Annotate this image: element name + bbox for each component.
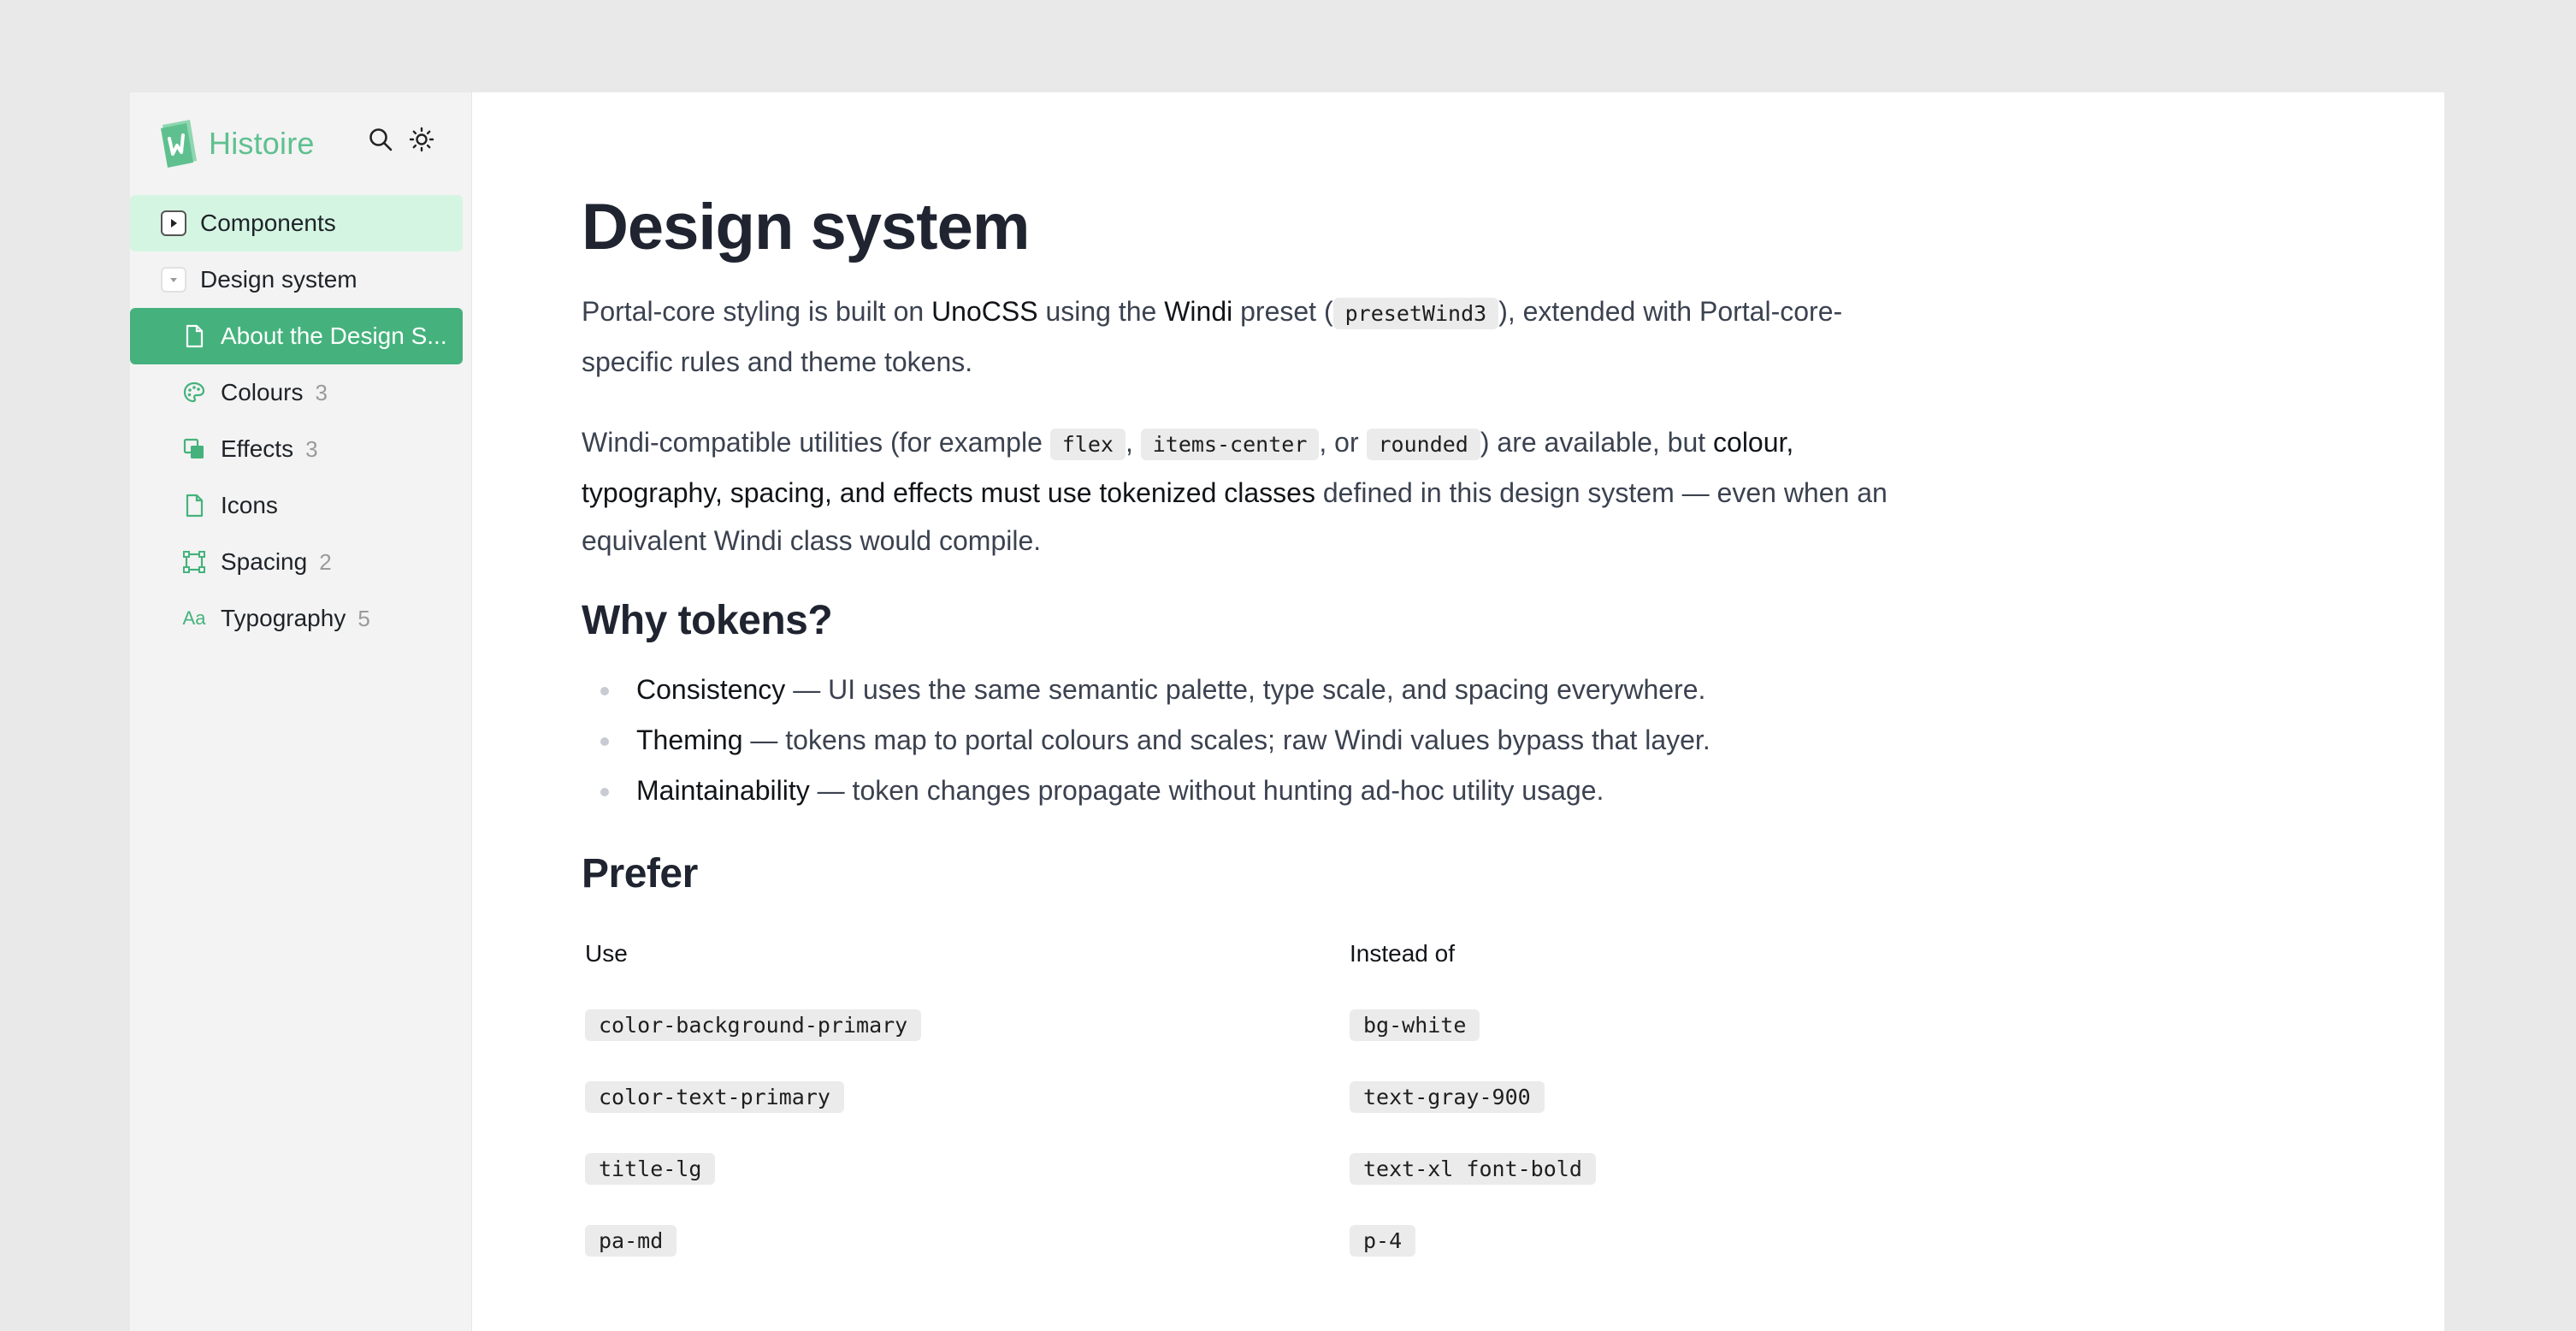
- column-header-use: Use: [585, 939, 628, 967]
- sidebar-item-label: Typography: [221, 605, 346, 631]
- story-count: 3: [315, 379, 328, 405]
- sidebar-item-components[interactable]: Components: [130, 195, 463, 251]
- windi-text: Windi: [1164, 295, 1233, 327]
- story-count: 5: [357, 605, 370, 631]
- main-content: Design system Portal-core styling is bui…: [472, 92, 2444, 1331]
- sidebar-item-effects[interactable]: Effects 3: [130, 421, 471, 477]
- column-header-instead-of: Instead of: [1350, 939, 1455, 967]
- list-text: — tokens map to portal colours and scale…: [742, 724, 1710, 755]
- inline-code: presetWind3: [1332, 297, 1499, 329]
- table-row: pa-md p-4: [582, 1205, 1710, 1277]
- sidebar-item-typography[interactable]: Aa Typography 5: [130, 590, 471, 647]
- app-window: Histoire Components Design system About …: [130, 92, 2444, 1331]
- prefer-heading: Prefer: [582, 850, 698, 896]
- layers-icon: [181, 436, 207, 462]
- sun-icon[interactable]: [405, 123, 438, 156]
- list-item: Maintainability — token changes propagat…: [599, 766, 1899, 816]
- paragraph-text: , or: [1319, 426, 1367, 458]
- list-item: Theming — tokens map to portal colours a…: [599, 715, 1899, 766]
- raw-class-code: bg-white: [1350, 1009, 1480, 1042]
- prefer-table: Use Instead of color-background-primary …: [582, 918, 1710, 1277]
- raw-class-code: text-xl font-bold: [1350, 1153, 1596, 1186]
- intro-text: Portal-core styling is built on: [582, 295, 932, 327]
- document-icon: [181, 323, 207, 349]
- sidebar-item-label: Spacing: [221, 548, 308, 575]
- table-cell: title-lg: [582, 1133, 1346, 1205]
- table-cell: color-text-primary: [582, 1062, 1346, 1133]
- search-icon[interactable]: [364, 123, 397, 156]
- triangle-down-icon[interactable]: [161, 267, 186, 293]
- table-cell: text-gray-900: [1346, 1062, 1710, 1133]
- paragraph-text: ) are available, but: [1480, 426, 1714, 458]
- sidebar-item-colours[interactable]: Colours 3: [130, 364, 471, 421]
- paragraph-text: Windi-compatible utilities (for example: [582, 426, 1050, 458]
- table-row: color-text-primary text-gray-900: [582, 1062, 1710, 1133]
- list-item: Consistency — UI uses the same semantic …: [599, 665, 1899, 715]
- sidebar-item-spacing[interactable]: Spacing 2: [130, 534, 471, 590]
- why-tokens-heading: Why tokens?: [582, 597, 833, 643]
- story-count: 3: [305, 435, 318, 462]
- inline-code: items-center: [1140, 428, 1320, 460]
- table-cell: color-background-primary: [582, 990, 1346, 1062]
- sidebar-item-label: Icons: [221, 492, 278, 518]
- logo-text: Histoire: [209, 126, 315, 161]
- inline-code: rounded: [1366, 428, 1480, 460]
- list-text: — UI uses the same semantic palette, typ…: [785, 673, 1706, 705]
- text-aa-icon: Aa: [182, 607, 206, 629]
- palette-icon: [181, 380, 207, 405]
- sidebar-item-label: Design system: [200, 266, 357, 293]
- table-row: title-lg text-xl font-bold: [582, 1133, 1710, 1205]
- intro-paragraph: Portal-core styling is built on UnoCSS u…: [582, 287, 1899, 386]
- raw-class-code: text-gray-900: [1350, 1081, 1545, 1114]
- token-code: color-background-primary: [585, 1009, 922, 1042]
- sidebar-item-label: Colours: [221, 379, 304, 405]
- token-code: title-lg: [585, 1153, 716, 1186]
- sidebar-header: Histoire: [130, 92, 471, 195]
- intro-text: preset (: [1232, 295, 1333, 327]
- logo[interactable]: Histoire: [156, 118, 315, 169]
- list-text: — token changes propagate without huntin…: [809, 774, 1604, 806]
- table-cell: p-4: [1346, 1205, 1710, 1277]
- table-cell: text-xl font-bold: [1346, 1133, 1710, 1205]
- unocss-text: UnoCSS: [931, 295, 1038, 327]
- windi-paragraph: Windi-compatible utilities (for example …: [582, 418, 1899, 565]
- story-count: 2: [319, 548, 332, 575]
- token-code: pa-md: [585, 1225, 677, 1257]
- sidebar-item-about[interactable]: About the Design S...: [130, 308, 463, 364]
- frame-icon: [181, 549, 207, 575]
- intro-text: using the: [1037, 295, 1165, 327]
- sidebar-nav: Components Design system About the Desig…: [130, 195, 471, 647]
- page-title: Design system: [582, 191, 1030, 263]
- table-cell: pa-md: [582, 1205, 1346, 1277]
- sidebar-item-label: About the Design S...: [221, 322, 447, 349]
- list-term: Consistency: [636, 673, 786, 705]
- token-code: color-text-primary: [585, 1081, 844, 1114]
- sidebar-item-icons[interactable]: Icons: [130, 477, 471, 534]
- inline-code: flex: [1049, 428, 1126, 460]
- raw-class-code: p-4: [1350, 1225, 1416, 1257]
- table-header-row: Use Instead of: [582, 918, 1710, 990]
- histoire-logo-icon: [161, 120, 197, 168]
- list-term: Maintainability: [636, 774, 810, 806]
- why-tokens-list: Consistency — UI uses the same semantic …: [599, 665, 1899, 816]
- list-term: Theming: [636, 724, 743, 755]
- triangle-right-icon[interactable]: [161, 210, 186, 236]
- table-row: color-background-primary bg-white: [582, 990, 1710, 1062]
- document-icon: [181, 493, 207, 518]
- doc-content: Design system Portal-core styling is bui…: [582, 193, 1899, 1277]
- paragraph-text: ,: [1125, 426, 1141, 458]
- sidebar-item-design-system[interactable]: Design system: [130, 251, 471, 308]
- sidebar: Histoire Components Design system About …: [130, 92, 472, 1331]
- table-cell: bg-white: [1346, 990, 1710, 1062]
- sidebar-item-label: Components: [200, 210, 336, 236]
- sidebar-item-label: Effects: [221, 435, 294, 462]
